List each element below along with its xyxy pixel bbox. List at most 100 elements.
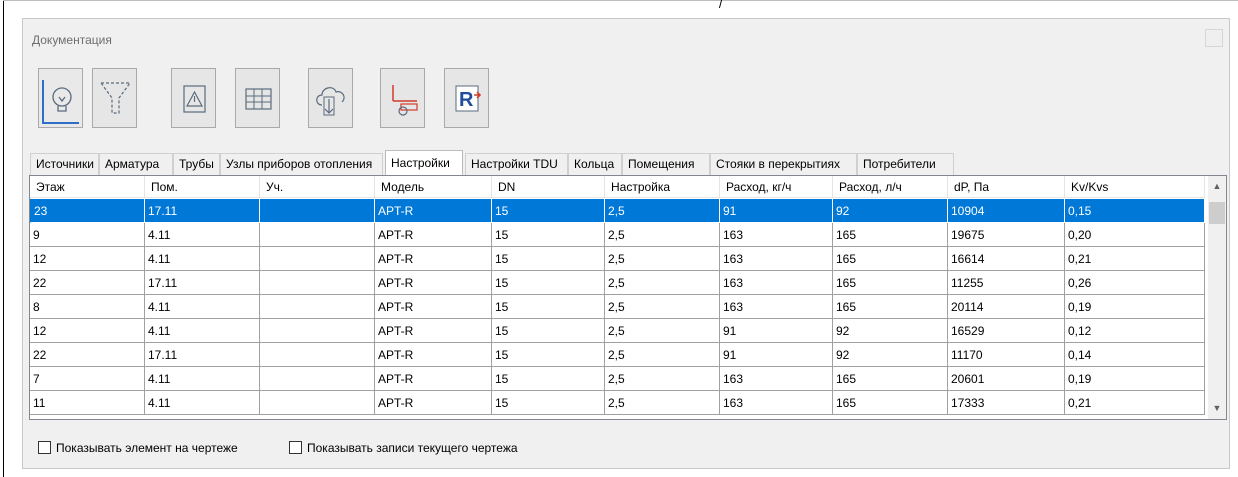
table-cell[interactable]: 92	[833, 199, 948, 223]
table-cell[interactable]: APT-R	[375, 247, 492, 271]
table-cell[interactable]: 0,20	[1065, 223, 1205, 247]
table-cell[interactable]: 20114	[948, 295, 1065, 319]
table-cell[interactable]: 4.11	[145, 295, 260, 319]
tab-rings[interactable]: Кольца	[568, 153, 622, 175]
table-cell[interactable]: APT-R	[375, 199, 492, 223]
tab-consumers[interactable]: Потребители	[857, 153, 954, 175]
cloud-download-button[interactable]	[308, 68, 353, 128]
table-cell[interactable]: 22	[30, 271, 145, 295]
table-cell[interactable]: 15	[492, 391, 605, 415]
table-cell[interactable]: APT-R	[375, 343, 492, 367]
table-cell[interactable]: 11255	[948, 271, 1065, 295]
table-cell[interactable]: 15	[492, 199, 605, 223]
lightbulb-button[interactable]	[38, 68, 83, 128]
tab-rooms[interactable]: Помещения	[622, 153, 710, 175]
table-cell[interactable]	[260, 295, 375, 319]
table-cell[interactable]: 0,15	[1065, 199, 1205, 223]
table-cell[interactable]: 11170	[948, 343, 1065, 367]
table-cell[interactable]: 2,5	[605, 247, 720, 271]
tab-fittings[interactable]: Арматура	[99, 153, 173, 175]
show-element-checkbox[interactable]: Показывать элемент на чертеже	[38, 440, 238, 458]
table-cell[interactable]: APT-R	[375, 319, 492, 343]
table-row[interactable]: 12 4.11 APT-R 15 2,5 91 92 16529 0,12	[30, 319, 1205, 343]
table-cell[interactable]: 15	[492, 223, 605, 247]
table-cell[interactable]	[260, 319, 375, 343]
table-cell[interactable]: 165	[833, 223, 948, 247]
table-cell[interactable]: 0,21	[1065, 247, 1205, 271]
table-cell[interactable]: 165	[833, 295, 948, 319]
table-cell[interactable]: 0,19	[1065, 367, 1205, 391]
column-header[interactable]: Kv/Kvs	[1065, 176, 1205, 198]
table-cell[interactable]: 23	[30, 199, 145, 223]
table-cell[interactable]: 11	[30, 391, 145, 415]
table-cell[interactable]: 2,5	[605, 199, 720, 223]
scroll-up-icon[interactable]: ▲	[1208, 178, 1226, 195]
table-cell[interactable]: 2,5	[605, 391, 720, 415]
table-cell[interactable]: 15	[492, 367, 605, 391]
table-cell[interactable]: 165	[833, 391, 948, 415]
table-cell[interactable]: 4.11	[145, 319, 260, 343]
table-cell[interactable]	[260, 247, 375, 271]
table-cell[interactable]: 7	[30, 367, 145, 391]
table-cell[interactable]: 19675	[948, 223, 1065, 247]
tab-settings[interactable]: Настройки	[385, 150, 463, 175]
checkbox-box[interactable]	[38, 441, 51, 454]
table-cell[interactable]: 2,5	[605, 319, 720, 343]
checkbox-box[interactable]	[289, 441, 302, 454]
column-header[interactable]: Пом.	[145, 176, 260, 198]
table-cell[interactable]: APT-R	[375, 223, 492, 247]
table-row[interactable]: 9 4.11 APT-R 15 2,5 163 165 19675 0,20	[30, 223, 1205, 247]
table-cell[interactable]: 0,12	[1065, 319, 1205, 343]
table-cell[interactable]	[260, 391, 375, 415]
table-cell[interactable]: 92	[833, 343, 948, 367]
table-cell[interactable]: 15	[492, 295, 605, 319]
table-cell[interactable]: APT-R	[375, 367, 492, 391]
column-header[interactable]: Расход, л/ч	[833, 176, 948, 198]
table-cell[interactable]: 2,5	[605, 343, 720, 367]
table-cell[interactable]: 163	[720, 295, 833, 319]
table-row[interactable]: 8 4.11 APT-R 15 2,5 163 165 20114 0,19	[30, 295, 1205, 319]
table-cell[interactable]: 12	[30, 319, 145, 343]
table-cell[interactable]: 163	[720, 247, 833, 271]
tab-pipes[interactable]: Трубы	[173, 153, 220, 175]
table-cell[interactable]: 16614	[948, 247, 1065, 271]
filter-button[interactable]	[92, 68, 137, 128]
table-cell[interactable]: 4.11	[145, 247, 260, 271]
table-cell[interactable]: 15	[492, 247, 605, 271]
table-cell[interactable]: 15	[492, 319, 605, 343]
table-cell[interactable]: 163	[720, 271, 833, 295]
table-cell[interactable]: 10904	[948, 199, 1065, 223]
table-cell[interactable]	[260, 271, 375, 295]
warning-button[interactable]	[171, 68, 216, 128]
close-button[interactable]	[1205, 29, 1223, 47]
table-cell[interactable]: 0,14	[1065, 343, 1205, 367]
table-cell[interactable]: 17333	[948, 391, 1065, 415]
table-cell[interactable]: 17.11	[145, 343, 260, 367]
table-cell[interactable]: 15	[492, 271, 605, 295]
table-cell[interactable]: 165	[833, 247, 948, 271]
table-cell[interactable]	[260, 223, 375, 247]
table-cell[interactable]: 2,5	[605, 223, 720, 247]
table-cell[interactable]: 163	[720, 367, 833, 391]
table-cell[interactable]: 91	[720, 199, 833, 223]
table-cell[interactable]: 165	[833, 367, 948, 391]
table-cell[interactable]: 92	[833, 319, 948, 343]
table-cell[interactable]: 17.11	[145, 271, 260, 295]
table-cell[interactable]	[260, 343, 375, 367]
table-cell[interactable]: 0,21	[1065, 391, 1205, 415]
column-header[interactable]: Настройка	[605, 176, 720, 198]
tab-sources[interactable]: Источники	[30, 153, 99, 175]
vertical-scrollbar[interactable]: ▲ ▼	[1208, 176, 1226, 419]
table-cell[interactable]: 22	[30, 343, 145, 367]
table-cell[interactable]: 4.11	[145, 391, 260, 415]
column-header[interactable]: dP, Па	[948, 176, 1065, 198]
tab-heater-nodes[interactable]: Узлы приборов отопления	[220, 153, 383, 175]
table-row[interactable]: 22 17.11 APT-R 15 2,5 91 92 11170 0,14	[30, 343, 1205, 367]
table-row[interactable]: 23 17.11 APT-R 15 2,5 91 92 10904 0,15	[30, 199, 1205, 223]
table-row[interactable]: 7 4.11 APT-R 15 2,5 163 165 20601 0,19	[30, 367, 1205, 391]
table-button[interactable]	[235, 68, 280, 128]
column-header[interactable]: Расход, кг/ч	[720, 176, 833, 198]
table-cell[interactable]: APT-R	[375, 391, 492, 415]
table-cell[interactable]: 20601	[948, 367, 1065, 391]
table-cell[interactable]: 9	[30, 223, 145, 247]
